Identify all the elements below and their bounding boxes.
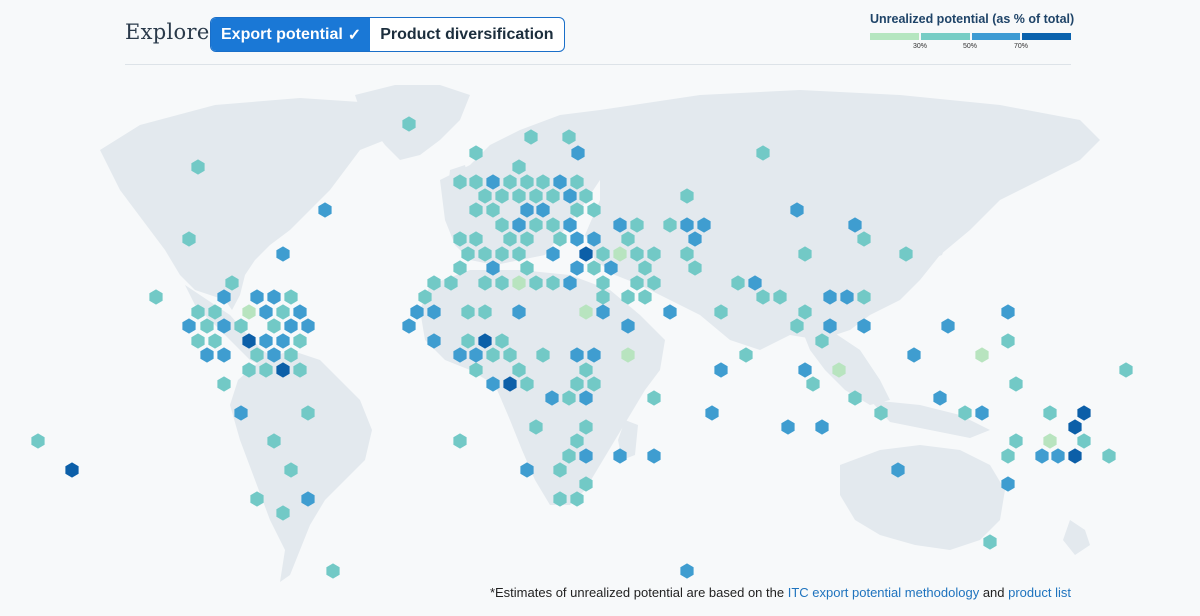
- country-hexagon[interactable]: [570, 231, 584, 247]
- country-hexagon[interactable]: [705, 405, 719, 421]
- country-hexagon[interactable]: [402, 318, 416, 334]
- country-hexagon[interactable]: [276, 333, 290, 349]
- country-hexagon[interactable]: [301, 318, 315, 334]
- country-hexagon[interactable]: [1009, 376, 1023, 392]
- country-hexagon[interactable]: [191, 333, 205, 349]
- country-hexagon[interactable]: [739, 347, 753, 363]
- country-hexagon[interactable]: [815, 419, 829, 435]
- country-hexagon[interactable]: [149, 289, 163, 305]
- country-hexagon[interactable]: [259, 304, 273, 320]
- country-hexagon[interactable]: [941, 318, 955, 334]
- country-hexagon[interactable]: [217, 347, 231, 363]
- footnote-text-middle: and: [979, 585, 1009, 600]
- country-hexagon[interactable]: [1119, 362, 1133, 378]
- country-hexagon[interactable]: [1077, 433, 1091, 449]
- landmass-new-zealand: [1063, 520, 1090, 555]
- country-hexagon[interactable]: [1068, 448, 1082, 464]
- country-hexagon[interactable]: [983, 534, 997, 550]
- country-hexagon[interactable]: [65, 462, 79, 478]
- country-hexagon[interactable]: [284, 318, 298, 334]
- methodology-link[interactable]: ITC export potential methodology: [788, 585, 980, 600]
- explore-title: Explore: [125, 20, 210, 44]
- country-hexagon[interactable]: [182, 318, 196, 334]
- landmass-southeast-asia: [800, 325, 890, 405]
- country-hexagon[interactable]: [975, 347, 989, 363]
- country-hexagon[interactable]: [293, 333, 307, 349]
- country-hexagon[interactable]: [647, 448, 661, 464]
- country-hexagon[interactable]: [1001, 333, 1015, 349]
- legend-title: Unrealized potential (as % of total): [870, 12, 1075, 26]
- country-hexagon[interactable]: [1068, 419, 1082, 435]
- country-hexagon[interactable]: [806, 376, 820, 392]
- country-hexagon[interactable]: [570, 260, 584, 276]
- country-hexagon[interactable]: [267, 289, 281, 305]
- country-hexagon[interactable]: [293, 304, 307, 320]
- legend-swatch-3: [971, 33, 1021, 40]
- legend-swatch-4: [1022, 33, 1071, 40]
- footnote: *Estimates of unrealized potential are b…: [490, 585, 1071, 600]
- country-hexagon[interactable]: [663, 304, 677, 320]
- legend-tick: 50%: [963, 43, 978, 50]
- country-hexagon[interactable]: [781, 419, 795, 435]
- country-hexagon[interactable]: [453, 433, 467, 449]
- country-hexagon[interactable]: [267, 318, 281, 334]
- country-hexagon[interactable]: [798, 362, 812, 378]
- tab-export-potential[interactable]: Export potential ✓: [211, 18, 371, 51]
- country-hexagon[interactable]: [208, 333, 222, 349]
- country-hexagon[interactable]: [1043, 405, 1057, 421]
- country-hexagon[interactable]: [31, 433, 45, 449]
- country-hexagon[interactable]: [647, 390, 661, 406]
- country-hexagon[interactable]: [276, 304, 290, 320]
- country-hexagon[interactable]: [1077, 405, 1091, 421]
- legend-bar: [870, 33, 1071, 40]
- landmass-north-america: [100, 98, 395, 310]
- legend-swatch-1: [870, 33, 919, 40]
- country-hexagon[interactable]: [250, 289, 264, 305]
- country-hexagon[interactable]: [1102, 448, 1116, 464]
- country-hexagon[interactable]: [714, 362, 728, 378]
- country-hexagon[interactable]: [975, 405, 989, 421]
- check-icon: ✓: [347, 26, 362, 44]
- country-hexagon[interactable]: [326, 563, 340, 579]
- legend-ticks: 30% 50% 70%: [870, 40, 1071, 52]
- country-hexagon[interactable]: [1051, 448, 1065, 464]
- footnote-text: *Estimates of unrealized potential are b…: [489, 585, 788, 600]
- country-hexagon[interactable]: [217, 376, 231, 392]
- country-hexagon[interactable]: [276, 246, 290, 262]
- view-toggle: Export potential ✓ Product diversificati…: [210, 17, 565, 52]
- product-list-link[interactable]: product list: [1008, 585, 1071, 600]
- legend-swatch-2: [920, 33, 970, 40]
- country-hexagon[interactable]: [318, 202, 332, 218]
- country-hexagon[interactable]: [1043, 433, 1057, 449]
- landmass-south-america: [230, 350, 372, 582]
- tab-product-diversification-label: Product diversification: [380, 25, 554, 43]
- country-hexagon[interactable]: [1001, 448, 1015, 464]
- country-hexagon[interactable]: [200, 347, 214, 363]
- landmass-australia: [840, 445, 1005, 550]
- header-divider: [125, 64, 1071, 65]
- world-map: [31, 85, 1133, 582]
- tab-export-potential-label: Export potential: [221, 25, 343, 43]
- land-masses: [100, 85, 1100, 582]
- landmass-africa: [420, 270, 665, 505]
- country-hexagon[interactable]: [1001, 304, 1015, 320]
- legend-tick: 30%: [913, 43, 928, 50]
- legend: Unrealized potential (as % of total) 30%…: [870, 12, 1075, 52]
- legend-tick: 70%: [1014, 43, 1029, 50]
- landmass-indonesia: [870, 400, 990, 438]
- country-hexagon[interactable]: [242, 304, 256, 320]
- country-hexagon[interactable]: [680, 563, 694, 579]
- country-hexagon[interactable]: [284, 289, 298, 305]
- tab-product-diversification[interactable]: Product diversification: [370, 18, 563, 51]
- country-hexagon[interactable]: [1009, 433, 1023, 449]
- country-hexagon[interactable]: [1035, 448, 1049, 464]
- country-hexagon[interactable]: [907, 347, 921, 363]
- landmass-asia: [585, 90, 1100, 350]
- country-hexagon[interactable]: [638, 289, 652, 305]
- country-hexagon[interactable]: [933, 390, 947, 406]
- country-hexagon[interactable]: [259, 333, 273, 349]
